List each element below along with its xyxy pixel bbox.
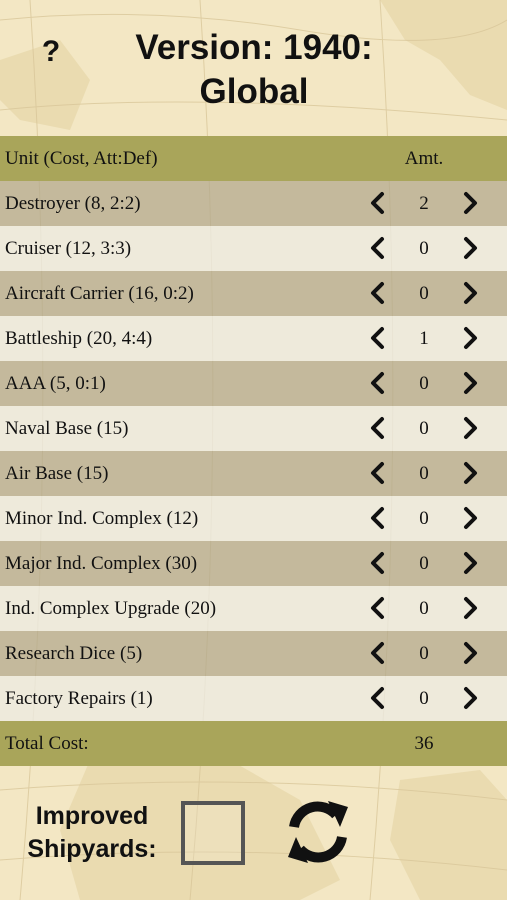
- total-cost-value: 36: [414, 732, 434, 754]
- chevron-left-icon: [366, 460, 390, 486]
- decrement-button[interactable]: [366, 235, 390, 261]
- chevron-right-icon: [458, 505, 482, 531]
- decrement-button[interactable]: [366, 595, 390, 621]
- chevron-left-icon: [366, 280, 390, 306]
- unit-label: Aircraft Carrier (16, 0:2): [5, 282, 194, 304]
- decrement-button[interactable]: [366, 505, 390, 531]
- unit-row: Cruiser (12, 3:3) 0: [0, 226, 507, 271]
- chevron-left-icon: [366, 685, 390, 711]
- decrement-button[interactable]: [366, 325, 390, 351]
- increment-button[interactable]: [458, 640, 482, 666]
- decrement-button[interactable]: [366, 550, 390, 576]
- increment-button[interactable]: [458, 550, 482, 576]
- chevron-left-icon: [366, 640, 390, 666]
- chevron-right-icon: [458, 685, 482, 711]
- unit-quantity: 0: [419, 552, 429, 574]
- unit-row: Ind. Complex Upgrade (20) 0: [0, 586, 507, 631]
- increment-button[interactable]: [458, 325, 482, 351]
- unit-quantity: 0: [419, 417, 429, 439]
- increment-button[interactable]: [458, 460, 482, 486]
- unit-row: Battleship (20, 4:4) 1: [0, 316, 507, 361]
- chevron-right-icon: [458, 370, 482, 396]
- chevron-right-icon: [458, 190, 482, 216]
- increment-button[interactable]: [458, 595, 482, 621]
- chevron-left-icon: [366, 550, 390, 576]
- improved-shipyards-label: Improved Shipyards:: [27, 802, 157, 863]
- unit-label: Research Dice (5): [5, 642, 143, 664]
- total-cost-label: Total Cost:: [5, 732, 89, 754]
- unit-row: Minor Ind. Complex (12) 0: [0, 496, 507, 541]
- refresh-icon: [288, 801, 348, 863]
- increment-button[interactable]: [458, 415, 482, 441]
- chevron-left-icon: [366, 190, 390, 216]
- decrement-button[interactable]: [366, 685, 390, 711]
- chevron-left-icon: [366, 595, 390, 621]
- chevron-left-icon: [366, 325, 390, 351]
- reset-button[interactable]: [284, 797, 352, 867]
- page-title: Version: 1940: Global: [135, 28, 373, 111]
- help-button[interactable]: ?: [36, 32, 66, 72]
- unit-quantity: 0: [419, 372, 429, 394]
- unit-label: AAA (5, 0:1): [5, 372, 106, 394]
- chevron-left-icon: [366, 415, 390, 441]
- unit-quantity: 0: [419, 642, 429, 664]
- unit-row: Aircraft Carrier (16, 0:2) 0: [0, 271, 507, 316]
- unit-label: Battleship (20, 4:4): [5, 327, 153, 349]
- unit-row: AAA (5, 0:1) 0: [0, 361, 507, 406]
- increment-button[interactable]: [458, 370, 482, 396]
- app-screen: ? Version: 1940: Global Unit (Cost, Att:…: [0, 0, 507, 900]
- decrement-button[interactable]: [366, 370, 390, 396]
- chevron-left-icon: [366, 370, 390, 396]
- unit-quantity: 0: [419, 597, 429, 619]
- unit-quantity: 0: [419, 462, 429, 484]
- increment-button[interactable]: [458, 190, 482, 216]
- unit-row: Naval Base (15) 0: [0, 406, 507, 451]
- unit-label: Factory Repairs (1): [5, 687, 153, 709]
- unit-quantity: 0: [419, 687, 429, 709]
- increment-button[interactable]: [458, 685, 482, 711]
- increment-button[interactable]: [458, 235, 482, 261]
- unit-label: Cruiser (12, 3:3): [5, 237, 132, 259]
- unit-list: Destroyer (8, 2:2) 2 Cruiser (12, 3:3) 0 Air…: [0, 181, 507, 721]
- unit-label: Minor Ind. Complex (12): [5, 507, 199, 529]
- unit-quantity: 0: [419, 237, 429, 259]
- decrement-button[interactable]: [366, 640, 390, 666]
- decrement-button[interactable]: [366, 280, 390, 306]
- chevron-right-icon: [458, 325, 482, 351]
- unit-label: Ind. Complex Upgrade (20): [5, 597, 217, 619]
- unit-label: Air Base (15): [5, 462, 109, 484]
- chevron-right-icon: [458, 640, 482, 666]
- total-cost-row: Total Cost: 36: [0, 721, 507, 766]
- unit-quantity: 2: [419, 192, 429, 214]
- unit-label: Destroyer (8, 2:2): [5, 192, 141, 214]
- unit-label: Major Ind. Complex (30): [5, 552, 198, 574]
- chevron-right-icon: [458, 595, 482, 621]
- chevron-right-icon: [458, 280, 482, 306]
- decrement-button[interactable]: [366, 460, 390, 486]
- improved-shipyards-checkbox[interactable]: [181, 801, 245, 865]
- increment-button[interactable]: [458, 280, 482, 306]
- decrement-button[interactable]: [366, 190, 390, 216]
- decrement-button[interactable]: [366, 415, 390, 441]
- unit-label: Naval Base (15): [5, 417, 129, 439]
- unit-row: Factory Repairs (1) 0: [0, 676, 507, 721]
- chevron-right-icon: [458, 235, 482, 261]
- chevron-right-icon: [458, 550, 482, 576]
- chevron-right-icon: [458, 460, 482, 486]
- increment-button[interactable]: [458, 505, 482, 531]
- unit-column-header: Unit (Cost, Att:Def): [5, 147, 158, 169]
- chevron-left-icon: [366, 235, 390, 261]
- amount-column-header: Amt.: [404, 147, 444, 169]
- unit-quantity: 1: [419, 327, 429, 349]
- unit-row: Air Base (15) 0: [0, 451, 507, 496]
- unit-quantity: 0: [419, 282, 429, 304]
- chevron-left-icon: [366, 505, 390, 531]
- unit-row: Destroyer (8, 2:2) 2: [0, 181, 507, 226]
- unit-quantity: 0: [419, 507, 429, 529]
- table-header: Unit (Cost, Att:Def) Amt.: [0, 136, 507, 181]
- unit-row: Major Ind. Complex (30) 0: [0, 541, 507, 586]
- unit-row: Research Dice (5) 0: [0, 631, 507, 676]
- chevron-right-icon: [458, 415, 482, 441]
